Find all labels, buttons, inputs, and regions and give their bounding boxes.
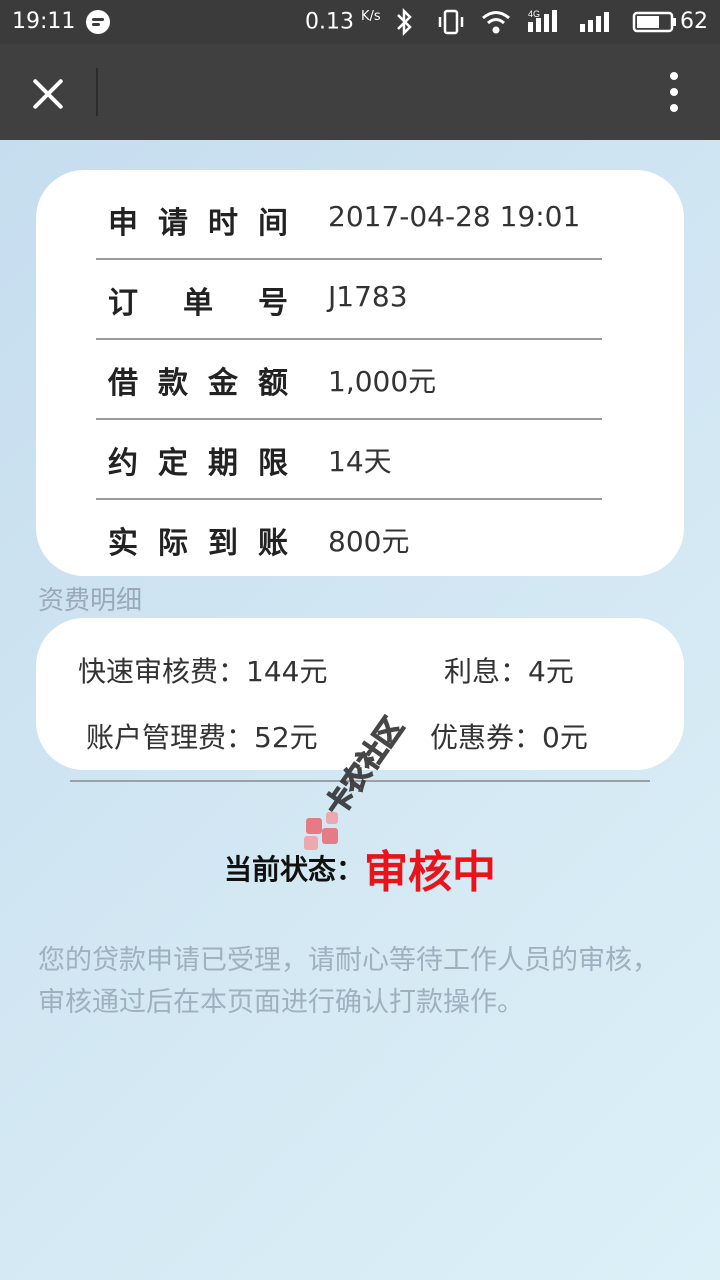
battery-level: 62: [680, 9, 708, 34]
notice-text: 您的贷款申请已受理，请耐心等待工作人员的审核，审核通过后在本页面进行确认打款操作…: [38, 945, 659, 1018]
row-label: 约定期限: [108, 446, 288, 481]
more-vert-icon[interactable]: [664, 70, 684, 114]
row-term: 约定期限 14天: [96, 420, 602, 500]
page-content: 申请时间 2017-04-28 19:01 订单号 J1783 借款金额 1,0…: [0, 140, 720, 1280]
message-notification-icon: [86, 10, 110, 34]
row-loan-amount: 借款金额 1,000元: [96, 340, 602, 420]
row-value: J1783: [328, 280, 408, 313]
network-speed: 0.13 K/s: [305, 9, 381, 35]
fee-review: 快速审核费：144元: [78, 655, 328, 688]
row-value: 1,000元: [328, 365, 437, 398]
watermark-logo: 卡农社区: [304, 711, 411, 850]
close-icon[interactable]: [28, 74, 68, 114]
row-value: 2017-04-28 19:01: [328, 200, 581, 233]
status-time: 19:11: [12, 9, 76, 34]
row-apply-time: 申请时间 2017-04-28 19:01: [96, 180, 602, 260]
row-value: 800元: [328, 525, 410, 558]
row-order-number: 订单号 J1783: [96, 260, 602, 340]
fee-interest: 利息：4元: [444, 655, 574, 688]
title-bar: [0, 44, 720, 140]
title-divider: [96, 68, 98, 116]
row-label: 借款金额: [108, 366, 288, 401]
row-label: 订单号: [108, 286, 288, 321]
row-label: 申请时间: [108, 206, 288, 241]
watermark-text: 卡农社区: [319, 711, 410, 822]
cell-signal-icon: [580, 12, 609, 32]
wifi-icon: [482, 11, 510, 34]
svg-text:4G: 4G: [528, 9, 540, 19]
row-value: 14天: [328, 445, 392, 478]
status-bar: 19:11 0.13 K/s 4G 62: [0, 0, 720, 44]
row-actual-received: 实际到账 800元: [96, 500, 602, 578]
row-label: 实际到账: [108, 526, 288, 561]
battery-icon: [632, 11, 676, 33]
vibrate-icon: [438, 9, 464, 35]
fee-detail-title: 资费明细: [38, 586, 143, 616]
fee-coupon: 优惠券：0元: [430, 721, 588, 754]
cell-signal-4g-icon: 4G: [528, 9, 557, 32]
fee-account-management: 账户管理费：52元: [86, 721, 318, 754]
watermark-logo-icon: [304, 812, 338, 850]
bluetooth-icon: [397, 8, 412, 36]
order-info-card: 申请时间 2017-04-28 19:01 订单号 J1783 借款金额 1,0…: [36, 170, 684, 576]
